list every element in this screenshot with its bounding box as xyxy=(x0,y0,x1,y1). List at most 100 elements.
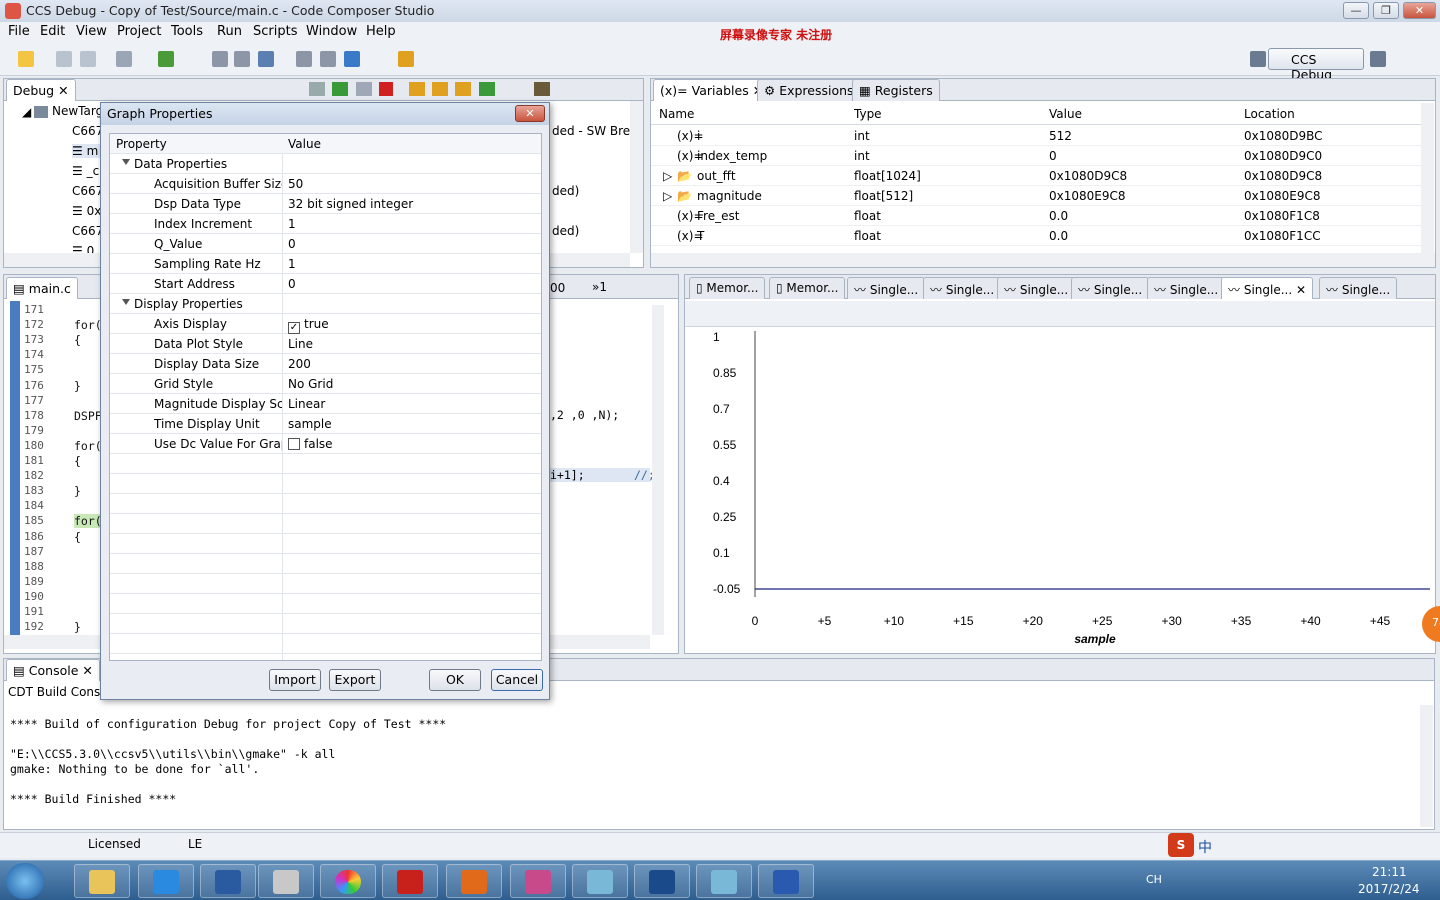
col-name[interactable]: Name xyxy=(659,107,694,121)
print-icon[interactable] xyxy=(116,51,132,67)
memory-icon[interactable] xyxy=(344,51,360,67)
variable-row[interactable]: (x)= Tfloat 0.0 0x1080F1CC xyxy=(651,226,1421,246)
tray-language[interactable]: CH xyxy=(1146,873,1162,886)
debug-tree-item[interactable]: NewTarg xyxy=(52,104,103,118)
variable-row[interactable]: (x)= i int 512 0x1080D9BC xyxy=(651,126,1421,146)
tab-console[interactable]: ▤ Console ✕ xyxy=(6,659,100,681)
code-line[interactable]: } xyxy=(74,484,81,498)
property-row[interactable]: Use Dc Value For Graph false xyxy=(110,434,541,454)
menu-scripts[interactable]: Scripts xyxy=(253,24,297,39)
maximize-button[interactable]: ❐ xyxy=(1373,2,1399,19)
graph-tab[interactable]: 〰 Single... xyxy=(997,277,1076,299)
step-return-icon[interactable] xyxy=(455,82,471,96)
ok-button[interactable]: OK xyxy=(429,669,481,691)
variable-row[interactable]: ▷ 📂 magnitude float[512] 0x1080E9C8 0x1080E9C… xyxy=(651,186,1421,206)
variable-row[interactable]: ▷ 📂 out_fft float[1024] 0x1080D9C8 0x1080D9C8 xyxy=(651,166,1421,186)
save-all-icon[interactable] xyxy=(80,51,96,67)
tab-registers[interactable]: ▦ Registers xyxy=(852,79,940,101)
graph-tab[interactable]: 〰 Single... xyxy=(847,277,926,299)
menu-edit[interactable]: Edit xyxy=(40,24,65,39)
menu-file[interactable]: File xyxy=(8,24,30,39)
close-button[interactable]: ✕ xyxy=(1403,2,1436,19)
tab-debug[interactable]: Debug ✕ xyxy=(6,79,76,101)
graph-tab[interactable]: ▯ Memor... xyxy=(769,277,846,299)
code-line[interactable]: DSPF xyxy=(74,409,102,423)
tools-icon[interactable] xyxy=(234,51,250,67)
property-row[interactable]: Q_Value 0 xyxy=(110,234,541,254)
minimize-button[interactable]: — xyxy=(1343,2,1369,19)
code-line[interactable]: { xyxy=(74,333,81,347)
debug-icon[interactable] xyxy=(158,51,174,67)
menu-view[interactable]: View xyxy=(76,24,107,39)
menu-window[interactable]: Window xyxy=(306,24,357,39)
cancel-button[interactable]: Cancel xyxy=(491,669,543,691)
property-category[interactable]: Display Properties xyxy=(110,294,541,314)
property-row[interactable]: Axis Display ✓ true xyxy=(110,314,541,334)
variable-row[interactable]: (x)= Fre_est float 0.0 0x1080F1C8 xyxy=(651,206,1421,226)
graph-tab[interactable]: 〰 Single... xyxy=(923,277,1002,299)
tab-variables[interactable]: (x)= Variables ✕ xyxy=(653,79,771,101)
property-row[interactable]: Sampling Rate Hz 1 xyxy=(110,254,541,274)
property-row[interactable]: Grid Style No Grid xyxy=(110,374,541,394)
property-row[interactable]: Magnitude Display ScaleLinear xyxy=(110,394,541,414)
property-category[interactable]: Data Properties xyxy=(110,154,541,174)
property-checkbox[interactable]: ✓ xyxy=(288,322,300,334)
editor-tab-extra[interactable]: 00 xyxy=(550,281,565,295)
step-over-icon[interactable] xyxy=(432,82,448,96)
property-row[interactable]: Start Address 0 xyxy=(110,274,541,294)
ime-mode[interactable]: 中 xyxy=(1198,837,1212,857)
property-row[interactable]: Index Increment 1 xyxy=(110,214,541,234)
variables-scrollbar[interactable] xyxy=(1421,103,1434,253)
taskbar-app-window2[interactable] xyxy=(696,864,752,898)
property-row[interactable]: Data Plot Style Line xyxy=(110,334,541,354)
single-time-graph[interactable]: 1 0.85 0.7 0.55 0.4 0.25 0.1 -0.05 0 +5 +10 +15 +20 +… xyxy=(685,327,1435,653)
col-value[interactable]: Value xyxy=(1049,107,1082,121)
tray-time[interactable]: 21:11 xyxy=(1372,865,1407,879)
variable-row[interactable]: (x)= index_temp int 0 0x1080D9C0 xyxy=(651,146,1421,166)
remove-icon[interactable] xyxy=(309,82,325,96)
debug-tree-item[interactable]: ☰ m xyxy=(72,144,102,158)
editor-scrollbar[interactable] xyxy=(652,305,664,635)
taskbar-explorer[interactable] xyxy=(74,864,130,898)
debug-scrollbar[interactable] xyxy=(630,101,643,253)
debug-tree-item[interactable]: C667 xyxy=(72,124,103,138)
view-menu-icon[interactable] xyxy=(1370,51,1386,67)
import-button[interactable]: Import xyxy=(269,669,321,691)
sogou-ime-icon[interactable]: S xyxy=(1168,833,1194,857)
taskbar-app-window[interactable] xyxy=(572,864,628,898)
build-icon[interactable] xyxy=(212,51,228,67)
graph-tab[interactable]: 〰 Single... xyxy=(1319,277,1398,299)
terminate-icon[interactable] xyxy=(379,82,393,96)
menu-run[interactable]: Run xyxy=(217,24,242,39)
tab-expressions[interactable]: ⚙ Expressions xyxy=(757,79,861,101)
disconnect-icon[interactable] xyxy=(296,51,312,67)
menu-help[interactable]: Help xyxy=(366,24,396,39)
editor-tab-more[interactable]: »1 xyxy=(592,280,607,294)
col-location[interactable]: Location xyxy=(1244,107,1295,121)
menu-project[interactable]: Project xyxy=(117,24,161,39)
start-button[interactable] xyxy=(6,863,44,899)
resume-icon[interactable] xyxy=(332,82,348,96)
tree-expand-icon[interactable]: ◢ xyxy=(22,105,31,119)
pencil-icon[interactable] xyxy=(398,51,414,67)
taskbar-word[interactable] xyxy=(758,864,814,898)
restart-icon[interactable] xyxy=(479,82,495,96)
debug-tree-item[interactable]: C667 xyxy=(72,224,103,238)
connect-icon[interactable] xyxy=(320,51,336,67)
code-line[interactable]: } xyxy=(74,379,81,393)
taskbar-app-doc[interactable] xyxy=(510,864,566,898)
debug-tree-item[interactable]: ☰ _c xyxy=(72,164,99,178)
step-into-icon[interactable] xyxy=(409,82,425,96)
taskbar-app-cube[interactable] xyxy=(258,864,314,898)
taskbar-app-color[interactable] xyxy=(320,864,376,898)
graph-tab[interactable]: ▯ Memor... xyxy=(689,277,766,299)
col-type[interactable]: Type xyxy=(854,107,882,121)
variables-h-scrollbar[interactable] xyxy=(651,253,1435,267)
debug-tree-item[interactable]: C667 xyxy=(72,184,103,198)
target-icon[interactable] xyxy=(258,51,274,67)
taskbar-matlab[interactable] xyxy=(446,864,502,898)
taskbar-acrobat[interactable] xyxy=(382,864,438,898)
code-line[interactable]: { xyxy=(74,454,81,468)
save-icon[interactable] xyxy=(56,51,72,67)
tray-date[interactable]: 2017/2/24 xyxy=(1358,882,1420,896)
